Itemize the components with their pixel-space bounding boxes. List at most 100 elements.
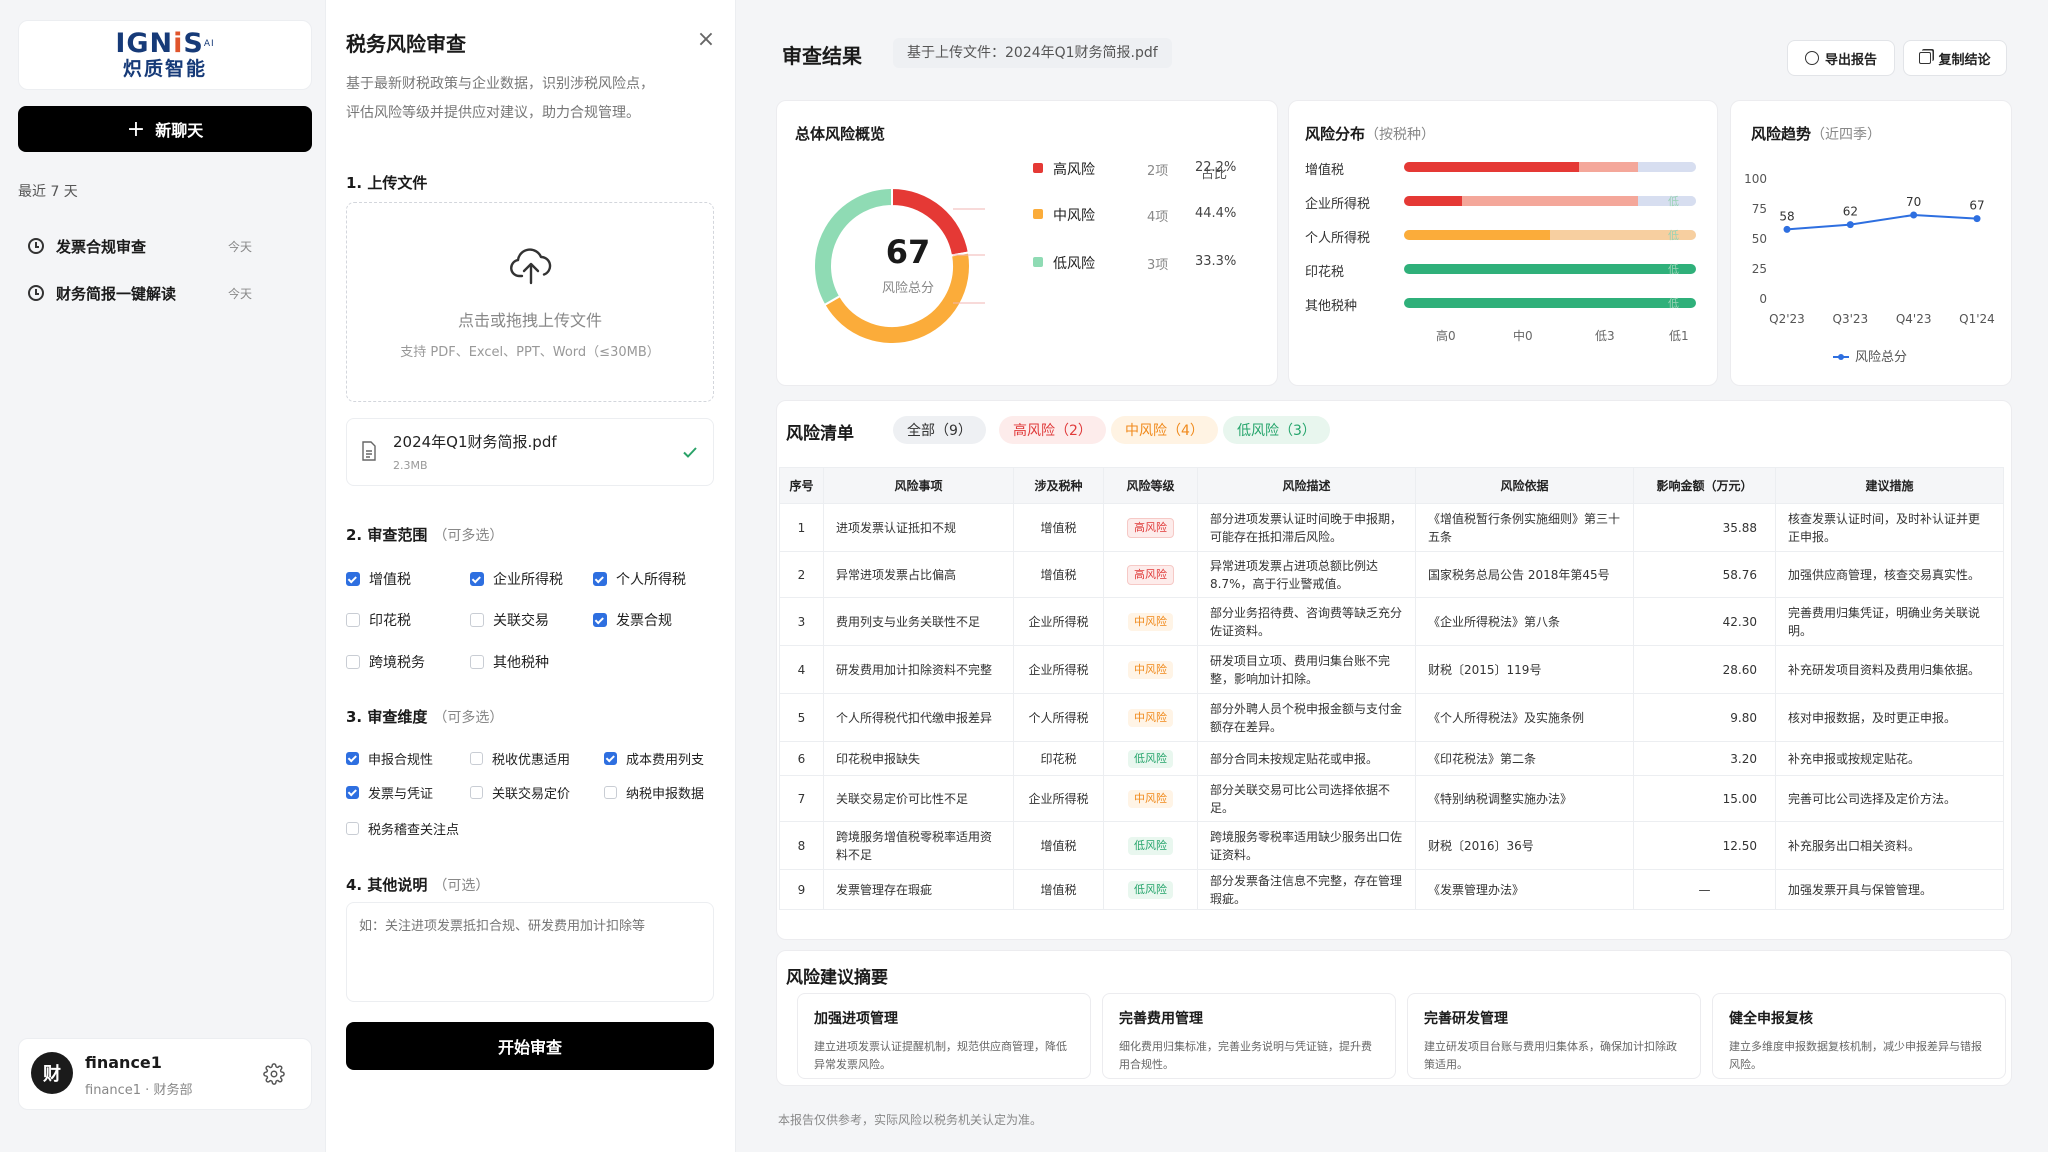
cell-item: 研发费用加计扣除资料不完整	[823, 645, 1014, 694]
trend-point	[1973, 215, 1981, 223]
cell-desc: 研发项目立项、费用归集台账不完整，影响加计扣除。	[1197, 645, 1416, 694]
summary-item[interactable]: 完善费用管理 细化费用归集标准，完善业务说明与凭证链，提升费用合规性。	[1102, 993, 1396, 1079]
summary-item[interactable]: 健全申报复核建立多维度申报数据复核机制，减少申报差异与错报风险。	[1712, 993, 2006, 1079]
cell-no: 9	[779, 869, 824, 910]
upload-dropzone[interactable]: 点击或拖拽上传文件 支持 PDF、Excel、PPT、Word（≤30MB）	[346, 202, 714, 402]
history-item[interactable]: 财务简报一键解读 今天	[28, 278, 268, 308]
table-header-cell: 风险等级	[1103, 467, 1198, 504]
scope-checkbox[interactable]: 关联交易	[470, 610, 549, 630]
distribution-axis-tick: 高0	[1436, 329, 1456, 343]
table-row[interactable]: 7 关联交易定价可比性不足 企业所得税 中风险 部分关联交易可比公司选择依据不足。 《特别…	[779, 775, 2004, 822]
legend-pct: 33.3%	[1195, 254, 1237, 269]
user-name: finance1	[85, 1053, 162, 1072]
table-row[interactable]: 9 发票管理存在瑕疵 增值税 低风险 部分发票备注信息不完整，存在管理瑕疵。 《发票管理办…	[779, 869, 2004, 910]
uploaded-file[interactable]: 2024年Q1财务简报.pdf 2.3MB	[346, 418, 714, 486]
x-tick-label: Q2'23	[1769, 312, 1805, 326]
scope-checkbox[interactable]: 其他税种	[470, 652, 549, 672]
summary-item-title: 健全申报复核	[1729, 1011, 1813, 1027]
filter-high[interactable]: 高风险（2）	[999, 416, 1106, 444]
filter-mid[interactable]: 中风险（4）	[1111, 416, 1218, 444]
trend-data-label: 58	[1779, 209, 1794, 223]
cell-action: 完善可比公司选择及定价方法。	[1775, 775, 2004, 822]
dimension-checkbox[interactable]: 申报合规性	[346, 749, 433, 768]
distribution-bar	[1404, 298, 1696, 308]
distribution-title-text: 风险分布	[1305, 125, 1366, 143]
check-icon	[681, 443, 699, 461]
scope-checkbox[interactable]: 发票合规	[593, 610, 672, 630]
scope-checkbox[interactable]: 跨境税务	[346, 652, 425, 672]
history-item[interactable]: 发票合规审查 今天	[28, 231, 268, 261]
cell-action: 补充服务出口相关资料。	[1775, 821, 2004, 870]
table-row[interactable]: 2 异常进项发票占比偏高 增值税 高风险 异常进项发票占进项总额比例达 8.7%，高于行…	[779, 551, 2004, 598]
user-card[interactable]: 财 finance1 finance1 · 财务部	[18, 1038, 312, 1110]
cell-no: 1	[779, 503, 824, 552]
summary-item-desc: 建立多维度申报数据复核机制，减少申报差异与错报风险。	[1729, 1040, 1982, 1071]
checkbox-label: 个人所得税	[616, 572, 686, 588]
new-chat-button[interactable]: + 新聊天	[18, 106, 312, 152]
start-review-button[interactable]: 开始审查	[346, 1022, 714, 1070]
distribution-segment	[1404, 298, 1696, 308]
cell-no: 2	[779, 551, 824, 598]
cell-amount: —	[1633, 869, 1776, 910]
table-row[interactable]: 8 跨境服务增值税零税率适用资料不足 增值税 低风险 跨境服务零税率适用缺少服务出口佐证…	[779, 821, 2004, 870]
cell-no: 8	[779, 821, 824, 870]
new-chat-label: 新聊天	[155, 121, 204, 140]
table-row[interactable]: 6 印花税申报缺失 印花税 低风险 部分合同未按规定贴花或申报。 《印花税法》第二条 3.2…	[779, 741, 2004, 776]
checkbox-label: 关联交易定价	[492, 787, 571, 802]
scope-checkbox[interactable]: 个人所得税	[593, 569, 686, 589]
close-icon[interactable]: ×	[696, 29, 716, 51]
checkbox-box	[346, 752, 359, 765]
scope-checkbox[interactable]: 印花税	[346, 610, 411, 630]
summary-item-desc: 建立研发项目台账与费用归集体系，确保加计扣除政策适用。	[1424, 1040, 1677, 1071]
copy-conclusion-button[interactable]: 复制结论	[1903, 40, 2007, 76]
distribution-segment	[1462, 196, 1638, 206]
checkbox-box	[346, 572, 360, 586]
history-time: 今天	[228, 239, 253, 254]
distribution-segment	[1404, 162, 1580, 172]
form-desc-line: 基于最新财税政策与企业数据，识别涉税风险点，	[346, 76, 654, 92]
table-row[interactable]: 1 进项发票认证抵扣不规 增值税 高风险 部分进项发票认证时间晚于申报期，可能存在抵扣滞…	[779, 503, 2004, 552]
cell-basis: 财税〔2016〕36号	[1415, 821, 1634, 870]
table-row[interactable]: 3 费用列支与业务关联性不足 企业所得税 中风险 部分业务招待费、咨询费等缺乏充分佐证资…	[779, 597, 2004, 646]
table-header-cell: 风险依据	[1415, 467, 1634, 504]
table-row[interactable]: 5 个人所得税代扣代缴申报差异 个人所得税 中风险 部分外聘人员个税申报金额与支付金额存…	[779, 693, 2004, 742]
cell-item: 费用列支与业务关联性不足	[823, 597, 1014, 646]
cell-level: 低风险	[1103, 821, 1198, 870]
dimension-checkbox[interactable]: 纳税申报数据	[604, 783, 704, 802]
cell-tax: 增值税	[1013, 503, 1104, 552]
scope-checkbox[interactable]: 企业所得税	[470, 569, 563, 589]
cell-tax: 企业所得税	[1013, 775, 1104, 822]
cell-desc: 部分合同未按规定贴花或申报。	[1197, 741, 1416, 776]
table-header-row: 序号 风险事项 涉及税种 风险等级 风险描述 风险依据 影响金额（万元） 建议措施	[779, 467, 2004, 504]
cell-desc: 跨境服务零税率适用缺少服务出口佐证资料。	[1197, 821, 1416, 870]
table-row[interactable]: 4 研发费用加计扣除资料不完整 企业所得税 中风险 研发项目立项、费用归集台账不完整，影…	[779, 645, 2004, 694]
export-report-button[interactable]: 导出报告	[1787, 40, 1895, 76]
risk-level-badge: 低风险	[1128, 750, 1173, 768]
cell-tax: 增值税	[1013, 869, 1104, 910]
summary-item[interactable]: 加强进项管理 建立进项发票认证提醒机制，规范供应商管理，降低异常发票风险。	[797, 993, 1091, 1079]
risk-list-card: 风险清单 全部（9） 高风险（2） 中风险（4） 低风险（3） 序号 风险事项 涉及…	[776, 400, 2012, 940]
dimension-checkbox[interactable]: 税务稽查关注点	[346, 819, 459, 838]
dimension-checkbox[interactable]: 成本费用列支	[604, 749, 704, 768]
filter-all[interactable]: 全部（9）	[893, 416, 986, 444]
notes-textarea[interactable]	[346, 902, 714, 1002]
x-tick-label: Q3'23	[1833, 312, 1869, 326]
scope-checkbox[interactable]: 增值税	[346, 569, 411, 589]
cloud-upload-icon	[507, 243, 555, 291]
filter-low[interactable]: 低风险（3）	[1223, 416, 1330, 444]
section-upload-title: 1. 上传文件	[346, 174, 428, 192]
clock-icon	[28, 285, 44, 301]
summary-item-title: 完善费用管理	[1119, 1011, 1203, 1027]
file-name: 2024年Q1财务简报.pdf	[393, 433, 557, 451]
summary-item[interactable]: 完善研发管理 建立研发项目台账与费用归集体系，确保加计扣除政策适用。	[1407, 993, 1701, 1079]
cell-level: 中风险	[1103, 693, 1198, 742]
distribution-card: 风险分布（按税种） 增值税 企业所得税低个人所得税低印花税低其他税种低 高0 中0 低…	[1288, 100, 1718, 386]
logo[interactable]: IGNiSAI 炽质智能	[18, 20, 312, 90]
cell-no: 7	[779, 775, 824, 822]
dimension-checkbox[interactable]: 关联交易定价	[470, 783, 570, 802]
cell-desc: 部分进项发票认证时间晚于申报期，可能存在抵扣滞后风险。	[1197, 503, 1416, 552]
checkbox-box	[346, 613, 360, 627]
dimension-checkbox[interactable]: 发票与凭证	[346, 783, 433, 802]
dimension-checkbox[interactable]: 税收优惠适用	[470, 749, 570, 768]
gear-icon[interactable]	[263, 1063, 285, 1085]
